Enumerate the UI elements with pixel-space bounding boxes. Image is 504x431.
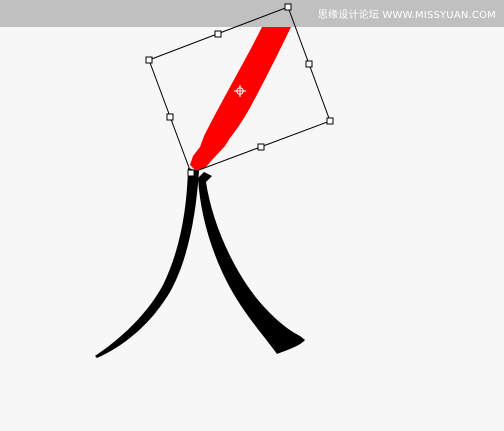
editor-window: 思缘设计论坛 WWW.MISSYUAN.COM (0, 0, 504, 431)
right-falling-stroke (198, 172, 305, 354)
left-falling-stroke (95, 168, 199, 358)
artwork-stage (95, 3, 334, 358)
transform-handle-top-right[interactable] (284, 3, 292, 11)
transform-handle-bottom-right[interactable] (326, 117, 334, 125)
transform-handle-top[interactable] (214, 30, 222, 38)
character-ren-artwork (95, 168, 305, 358)
transform-handle-left[interactable] (166, 113, 174, 121)
transform-handle-right[interactable] (305, 60, 313, 68)
transform-handle-bottom-left[interactable] (187, 169, 195, 177)
transform-handle-top-left[interactable] (145, 56, 153, 64)
transform-bounding-box[interactable] (145, 3, 334, 177)
red-brush-shape[interactable] (190, 27, 291, 171)
transform-handle-bottom[interactable] (257, 143, 265, 151)
